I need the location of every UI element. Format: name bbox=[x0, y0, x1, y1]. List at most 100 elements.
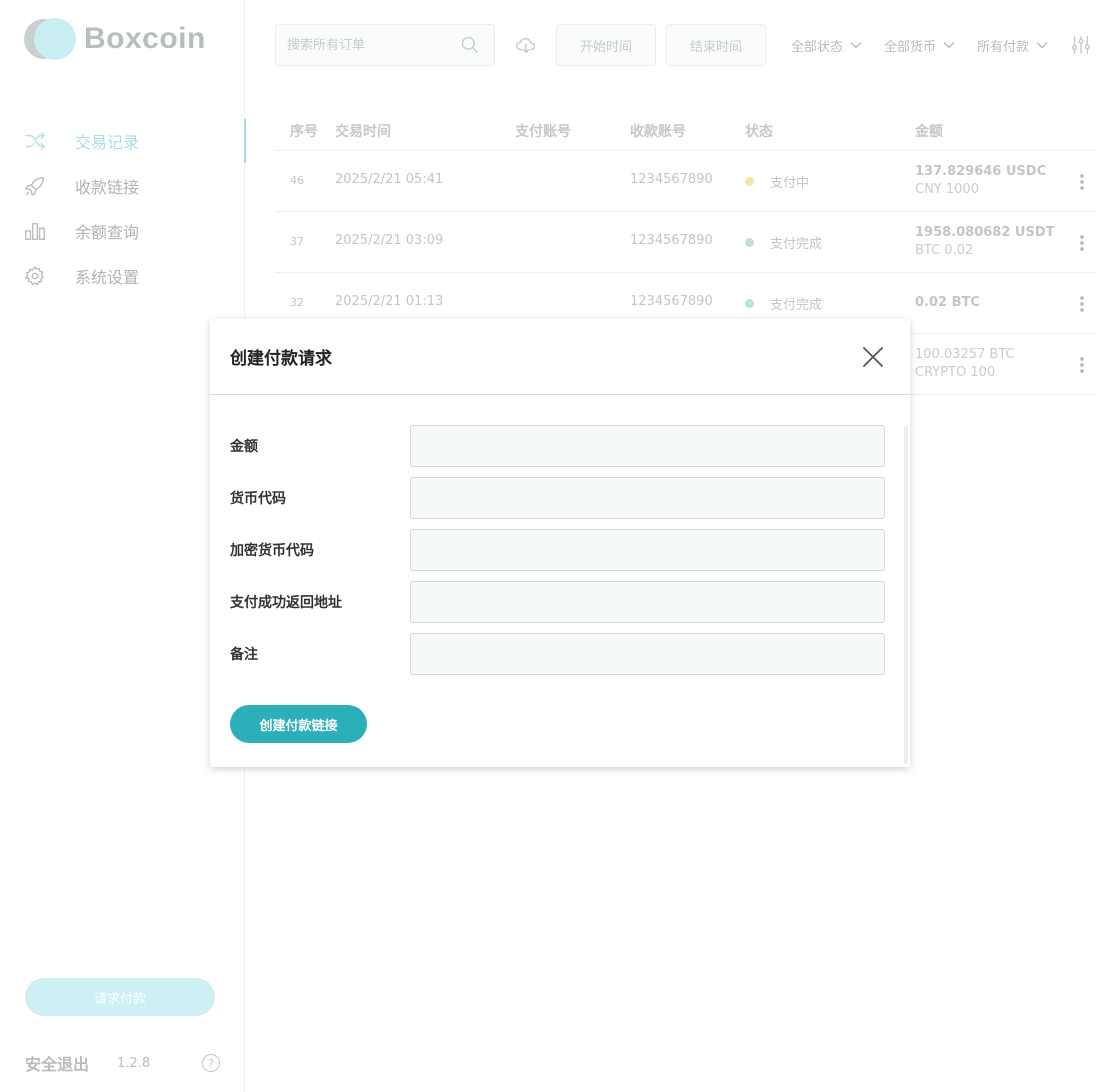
status-dot bbox=[745, 177, 754, 186]
table-row[interactable]: 37 2025/2/21 03:09 1234567890 支付完成 1958.… bbox=[275, 212, 1097, 273]
redirect-url-input[interactable] bbox=[410, 581, 885, 623]
more-vertical-icon[interactable] bbox=[1079, 356, 1085, 374]
status-dot bbox=[745, 299, 754, 308]
currency-code-input[interactable] bbox=[410, 477, 885, 519]
status-text: 支付完成 bbox=[770, 237, 823, 252]
amount-secondary: CNY 1000 bbox=[915, 182, 979, 197]
sidebar-item-transactions[interactable]: 交易记录 bbox=[0, 118, 246, 163]
row-amount: 0.02 BTC bbox=[915, 294, 980, 312]
note-field-row: 备注 bbox=[230, 633, 885, 675]
currency-filter-label: 全部货币 bbox=[884, 39, 937, 55]
column-header-time[interactable]: 交易时间 bbox=[335, 121, 391, 141]
sidebar-footer: 安全退出 1.2.8 ? bbox=[25, 1050, 220, 1076]
more-vertical-icon[interactable] bbox=[1079, 173, 1085, 191]
bar-chart-icon bbox=[24, 220, 46, 242]
row-time: 2025/2/21 03:09 bbox=[335, 233, 444, 248]
amount-field-row: 金额 bbox=[230, 425, 885, 467]
crypto-code-input[interactable] bbox=[410, 529, 885, 571]
sidebar-item-label: 系统设置 bbox=[75, 267, 140, 287]
rocket-icon bbox=[24, 175, 46, 197]
request-payment-button[interactable]: 请求付款 bbox=[25, 978, 215, 1016]
column-header-payee[interactable]: 收款账号 bbox=[630, 121, 686, 141]
amount-secondary: CRYPTO 100 bbox=[915, 365, 996, 380]
chevron-down-icon bbox=[1036, 42, 1048, 49]
amount-primary: 137.829646 USDC bbox=[915, 164, 1047, 179]
row-amount: 137.829646 USDC CNY 1000 bbox=[915, 163, 1046, 199]
row-payee: 1234567890 bbox=[630, 294, 713, 309]
modal-scrollbar[interactable] bbox=[904, 426, 908, 764]
table-header: 序号 交易时间 支付账号 收款账号 状态 金额 bbox=[275, 108, 1097, 151]
end-date-button[interactable]: 结束时间 bbox=[666, 24, 766, 66]
start-date-button[interactable]: 开始时间 bbox=[556, 24, 656, 66]
row-amount: 100.03257 BTC CRYPTO 100 bbox=[915, 346, 1015, 382]
sidebar-item-payment-links[interactable]: 收款链接 bbox=[0, 163, 245, 208]
amount-input[interactable] bbox=[410, 425, 885, 467]
column-header-amount[interactable]: 金额 bbox=[915, 121, 943, 141]
column-header-seq[interactable]: 序号 bbox=[290, 121, 318, 141]
sidebar: Boxcoin 交易记录 收款链接 余额查询 系统设置 请求付款 安全退出 1.… bbox=[0, 0, 246, 1092]
shuffle-icon bbox=[24, 130, 46, 152]
row-seq: 37 bbox=[290, 235, 304, 248]
status-filter-dropdown[interactable]: 全部状态 bbox=[791, 34, 863, 56]
close-icon[interactable] bbox=[862, 346, 884, 368]
column-header-status[interactable]: 状态 bbox=[745, 121, 773, 141]
chevron-down-icon bbox=[850, 42, 862, 49]
crypto-code-field-row: 加密货币代码 bbox=[230, 529, 885, 571]
logout-link[interactable]: 安全退出 bbox=[25, 1051, 89, 1075]
sidebar-nav: 交易记录 收款链接 余额查询 系统设置 bbox=[0, 118, 246, 298]
note-label: 备注 bbox=[230, 647, 258, 663]
sliders-icon[interactable] bbox=[1070, 34, 1092, 56]
currency-code-field-row: 货币代码 bbox=[230, 477, 885, 519]
sidebar-item-label: 收款链接 bbox=[75, 177, 140, 197]
row-status: 支付完成 bbox=[745, 294, 822, 313]
row-status: 支付中 bbox=[745, 172, 809, 191]
amount-primary: 0.02 BTC bbox=[915, 295, 980, 310]
amount-primary: 1958.080682 USDT bbox=[915, 225, 1055, 240]
row-time: 2025/2/21 05:41 bbox=[335, 172, 444, 187]
sidebar-item-label: 余额查询 bbox=[75, 222, 140, 242]
payment-filter-label: 所有付款 bbox=[977, 39, 1030, 55]
search-input[interactable] bbox=[287, 37, 452, 53]
payment-filter-dropdown[interactable]: 所有付款 bbox=[977, 34, 1049, 56]
version-label: 1.2.8 bbox=[117, 1055, 151, 1071]
currency-code-label: 货币代码 bbox=[230, 491, 286, 507]
row-time: 2025/2/21 01:13 bbox=[335, 294, 444, 309]
help-icon[interactable]: ? bbox=[202, 1054, 220, 1072]
row-status: 支付完成 bbox=[745, 233, 822, 252]
search-icon[interactable] bbox=[460, 35, 480, 55]
modal-header: 创建付款请求 bbox=[210, 319, 910, 395]
status-dot bbox=[745, 238, 754, 247]
status-filter-label: 全部状态 bbox=[791, 39, 844, 55]
sidebar-item-balance[interactable]: 余额查询 bbox=[0, 208, 245, 253]
logo-text: Boxcoin bbox=[84, 22, 206, 55]
amount-primary: 100.03257 BTC bbox=[915, 347, 1015, 362]
row-seq: 46 bbox=[290, 174, 304, 187]
row-seq: 32 bbox=[290, 296, 304, 309]
status-text: 支付中 bbox=[770, 176, 810, 191]
redirect-url-field-row: 支付成功返回地址 bbox=[230, 581, 885, 623]
logo[interactable]: Boxcoin bbox=[24, 18, 206, 60]
crypto-code-label: 加密货币代码 bbox=[230, 543, 314, 559]
sidebar-item-label: 交易记录 bbox=[75, 132, 140, 152]
row-payee: 1234567890 bbox=[630, 172, 713, 187]
chevron-down-icon bbox=[943, 42, 955, 49]
search-box bbox=[275, 24, 495, 66]
note-input[interactable] bbox=[410, 633, 885, 675]
modal-title: 创建付款请求 bbox=[230, 349, 332, 369]
create-payment-request-modal: 创建付款请求 金额 货币代码 加密货币代码 支付成功返回地址 备注 创建付款链接 bbox=[210, 319, 910, 767]
more-vertical-icon[interactable] bbox=[1079, 295, 1085, 313]
currency-filter-dropdown[interactable]: 全部货币 bbox=[884, 34, 956, 56]
redirect-url-label: 支付成功返回地址 bbox=[230, 595, 342, 611]
table-row[interactable]: 46 2025/2/21 05:41 1234567890 支付中 137.82… bbox=[275, 151, 1097, 212]
column-header-payer[interactable]: 支付账号 bbox=[515, 121, 571, 141]
amount-secondary: BTC 0.02 bbox=[915, 243, 974, 258]
gear-icon bbox=[24, 265, 46, 287]
amount-label: 金额 bbox=[230, 439, 258, 455]
create-payment-link-button[interactable]: 创建付款链接 bbox=[230, 705, 367, 743]
sidebar-item-settings[interactable]: 系统设置 bbox=[0, 253, 245, 298]
row-payee: 1234567890 bbox=[630, 233, 713, 248]
more-vertical-icon[interactable] bbox=[1079, 234, 1085, 252]
cloud-download-icon[interactable] bbox=[515, 34, 537, 56]
logo-mark-icon bbox=[24, 18, 76, 60]
row-amount: 1958.080682 USDT BTC 0.02 bbox=[915, 224, 1055, 260]
